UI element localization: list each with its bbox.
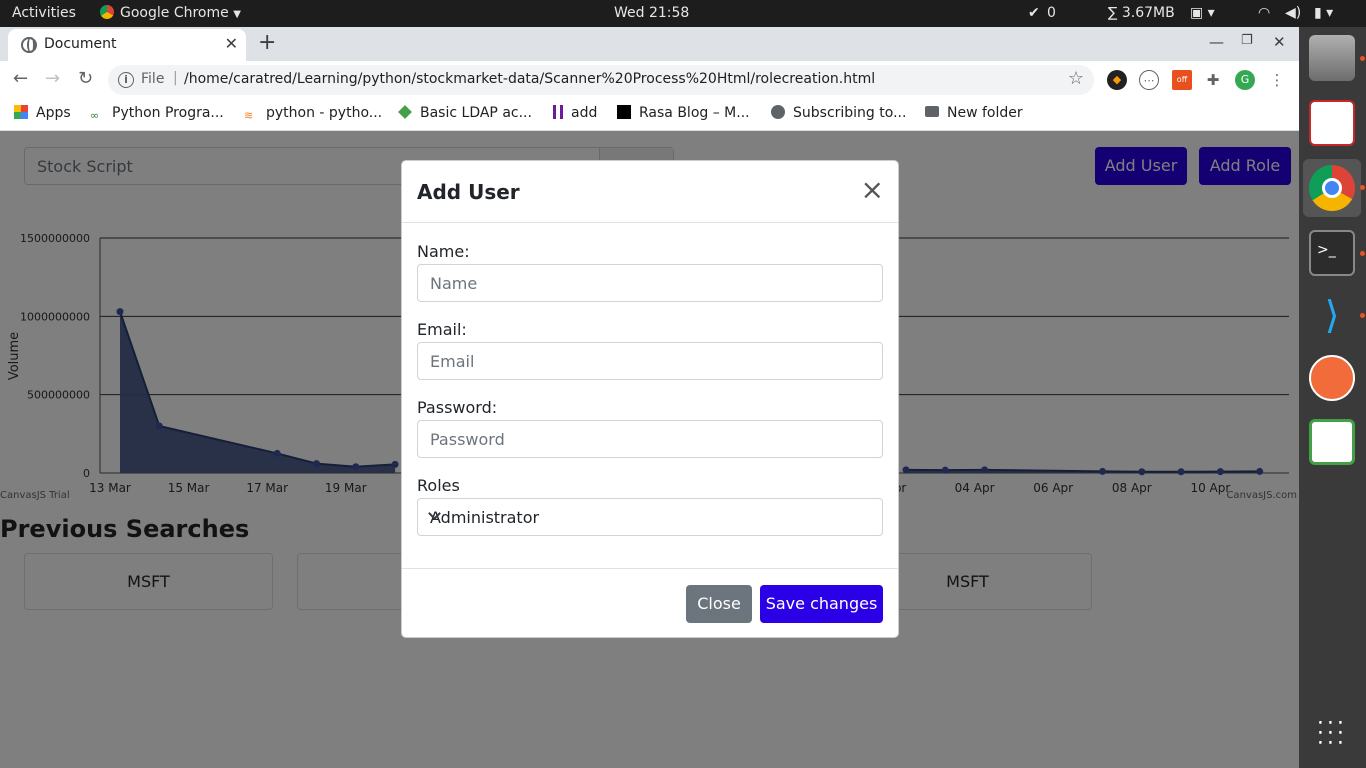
browser-chrome: Document ✕ + — ❐ ✕ ← → ↻ i File | /home/… <box>0 27 1299 131</box>
stackoverflow-icon: ≋ <box>244 109 254 122</box>
roles-label: Roles <box>417 476 460 495</box>
running-indicator <box>1360 313 1365 318</box>
chrome-icon <box>100 5 114 19</box>
password-input[interactable] <box>417 420 883 458</box>
url-separator: | <box>173 70 178 86</box>
bookmark-label: add <box>571 105 598 121</box>
bookmark-label: Subscribing to... <box>793 105 907 121</box>
document-viewer-icon[interactable] <box>1309 100 1355 146</box>
running-indicator <box>1360 251 1365 256</box>
forward-arrow-icon[interactable]: → <box>45 68 60 89</box>
bookmark-apps[interactable]: Apps <box>14 105 71 121</box>
toolbar: ← → ↻ i File | /home/caratred/Learning/p… <box>0 61 1299 99</box>
bookmark-star-icon[interactable]: ☆ <box>1068 68 1084 89</box>
reload-icon[interactable]: ↻ <box>78 68 93 89</box>
check-icon[interactable]: ✔ <box>1028 0 1040 27</box>
show-applications-icon[interactable]: ⋅⋅⋅ ⋅⋅⋅ ⋅⋅⋅ <box>1317 713 1349 755</box>
bookmark-rasa-blog[interactable]: Rasa Blog – M... <box>617 105 750 121</box>
bookmark-new-folder[interactable]: New folder <box>925 105 1023 121</box>
extension-circle-icon[interactable]: ⋯ <box>1139 70 1159 90</box>
tab-strip: Document ✕ + — ❐ ✕ <box>0 27 1299 61</box>
terminal-icon[interactable]: >_ <box>1309 230 1355 276</box>
address-bar[interactable]: i File | /home/caratred/Learning/python/… <box>108 65 1094 95</box>
python-icon: ∞ <box>90 109 100 122</box>
caret-down-icon: ▼ <box>233 9 241 20</box>
url-scheme: File <box>141 71 165 87</box>
bookmark-label: python - pytho... <box>266 105 383 121</box>
tab-document[interactable]: Document ✕ <box>8 29 246 61</box>
files-app-icon[interactable] <box>1309 35 1355 81</box>
url-text[interactable]: /home/caratred/Learning/python/stockmark… <box>184 71 875 87</box>
email-input[interactable] <box>417 342 883 380</box>
extension-off-icon[interactable]: off <box>1172 70 1192 90</box>
add-bookmark-icon <box>553 105 563 119</box>
extension-flame-icon[interactable]: ◆ <box>1107 70 1127 90</box>
app-menu[interactable]: Google Chrome ▼ <box>100 0 241 27</box>
running-indicator <box>1360 185 1365 190</box>
minimize-icon[interactable]: — <box>1209 33 1224 51</box>
password-label: Password: <box>417 398 498 417</box>
globe-icon <box>771 105 785 119</box>
chrome-dock-highlight[interactable] <box>1303 159 1361 217</box>
modal-header: Add User × <box>402 161 898 223</box>
clock[interactable]: Wed 21:58 <box>614 0 689 27</box>
vscode-icon[interactable]: ⟩ <box>1309 292 1355 338</box>
activities-button[interactable]: Activities <box>12 0 76 27</box>
modal-title: Add User <box>417 180 520 204</box>
name-input[interactable] <box>417 264 883 302</box>
window-close-icon[interactable]: ✕ <box>1273 33 1286 51</box>
bookmark-label: Rasa Blog – M... <box>639 105 750 121</box>
bookmark-label: Apps <box>36 105 71 121</box>
web-page: Stock Script Add User Add Role 050000000… <box>0 131 1299 768</box>
add-user-modal: Add User × Name: Email: Password: Roles … <box>401 160 899 638</box>
spreadsheet-icon[interactable] <box>1309 419 1355 465</box>
bookmarks-bar: Apps ∞ Python Progra... ≋ python - pytho..… <box>0 99 1299 131</box>
bookmark-label: Python Progra... <box>112 105 224 121</box>
info-icon[interactable]: i <box>118 72 134 88</box>
email-label: Email: <box>417 320 467 339</box>
running-indicator <box>1360 56 1365 61</box>
extensions-puzzle-icon[interactable]: ✚ <box>1203 70 1223 90</box>
roles-select[interactable]: Administrator <box>417 498 883 536</box>
close-button[interactable]: Close <box>686 585 752 623</box>
bookmark-label: New folder <box>947 105 1023 121</box>
back-arrow-icon[interactable]: ← <box>13 68 28 89</box>
modal-close-icon[interactable]: × <box>861 175 884 205</box>
postman-icon[interactable] <box>1309 355 1355 401</box>
clipboard-icon[interactable]: ▣ ▾ <box>1190 0 1215 27</box>
profile-avatar[interactable]: G <box>1235 70 1255 90</box>
name-label: Name: <box>417 242 470 261</box>
medium-icon <box>617 105 631 119</box>
bookmark-add[interactable]: add <box>553 105 597 121</box>
save-changes-button[interactable]: Save changes <box>760 585 883 623</box>
bookmark-basic-ldap[interactable]: Basic LDAP ac... <box>398 105 532 121</box>
app-name: Google Chrome <box>120 5 229 21</box>
new-tab-icon[interactable]: + <box>258 30 276 55</box>
battery-icon[interactable]: ▮ ▾ <box>1314 0 1333 27</box>
chrome-center <box>1322 178 1342 198</box>
ubuntu-dock: >_ ⟩ ⋅⋅⋅ ⋅⋅⋅ ⋅⋅⋅ <box>1299 27 1366 768</box>
volume-icon[interactable]: ◀) <box>1285 0 1301 27</box>
wifi-icon[interactable]: ◠ <box>1258 0 1270 27</box>
roles-selected-value: Administrator <box>430 508 540 527</box>
memory-indicator[interactable]: ∑ 3.67MB <box>1108 0 1175 27</box>
modal-footer: Close Save changes <box>402 568 898 637</box>
ldap-icon <box>398 105 412 119</box>
bookmark-python-programming[interactable]: ∞ Python Progra... <box>90 105 224 123</box>
tab-close-icon[interactable]: ✕ <box>225 34 238 53</box>
restore-icon[interactable]: ❐ <box>1241 33 1253 48</box>
folder-icon <box>925 106 939 117</box>
bookmark-subscribing[interactable]: Subscribing to... <box>771 105 906 121</box>
system-top-bar: Activities Google Chrome ▼ Wed 21:58 ✔ 0… <box>0 0 1366 27</box>
bookmark-label: Basic LDAP ac... <box>420 105 532 121</box>
bookmark-python-stackoverflow[interactable]: ≋ python - pytho... <box>244 105 382 123</box>
chrome-menu-icon[interactable]: ⋮ <box>1267 70 1287 90</box>
apps-grid-icon <box>14 105 28 119</box>
check-count: 0 <box>1047 5 1056 21</box>
tab-title: Document <box>44 36 117 52</box>
globe-icon <box>21 37 37 53</box>
